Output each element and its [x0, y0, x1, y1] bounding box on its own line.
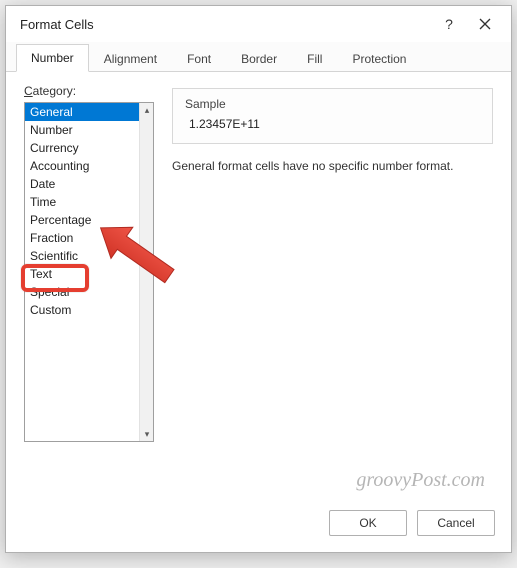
- tab-strip: Number Alignment Font Border Fill Protec…: [6, 42, 511, 72]
- tab-protection[interactable]: Protection: [337, 45, 421, 72]
- ok-button[interactable]: OK: [329, 510, 407, 536]
- list-item-number[interactable]: Number: [25, 121, 139, 139]
- category-label: Category:: [24, 84, 154, 98]
- dialog-body: Category: General Number Currency Accoun…: [6, 72, 511, 496]
- tab-font[interactable]: Font: [172, 45, 226, 72]
- scroll-down-icon[interactable]: ▾: [140, 427, 154, 441]
- list-item-special[interactable]: Special: [25, 283, 139, 301]
- tab-fill[interactable]: Fill: [292, 45, 337, 72]
- list-item-currency[interactable]: Currency: [25, 139, 139, 157]
- sample-title: Sample: [185, 97, 480, 111]
- dialog-title: Format Cells: [20, 17, 431, 32]
- scrollbar[interactable]: ▴ ▾: [139, 103, 153, 441]
- list-item-scientific[interactable]: Scientific: [25, 247, 139, 265]
- list-item-percentage[interactable]: Percentage: [25, 211, 139, 229]
- close-icon: [479, 18, 491, 30]
- list-item-general[interactable]: General: [25, 103, 139, 121]
- list-item-fraction[interactable]: Fraction: [25, 229, 139, 247]
- list-item-custom[interactable]: Custom: [25, 301, 139, 319]
- list-item-time[interactable]: Time: [25, 193, 139, 211]
- tab-alignment[interactable]: Alignment: [89, 45, 172, 72]
- category-listbox[interactable]: General Number Currency Accounting Date …: [24, 102, 154, 442]
- list-item-text[interactable]: Text: [25, 265, 139, 283]
- tab-border[interactable]: Border: [226, 45, 292, 72]
- close-button[interactable]: [467, 10, 503, 38]
- help-icon: ?: [445, 16, 453, 32]
- titlebar: Format Cells ?: [6, 6, 511, 42]
- tab-number[interactable]: Number: [16, 44, 89, 72]
- list-item-accounting[interactable]: Accounting: [25, 157, 139, 175]
- sample-value: 1.23457E+11: [185, 117, 480, 131]
- scroll-up-icon[interactable]: ▴: [140, 103, 154, 117]
- sample-box: Sample 1.23457E+11: [172, 88, 493, 144]
- list-item-date[interactable]: Date: [25, 175, 139, 193]
- format-description: General format cells have no specific nu…: [172, 158, 493, 175]
- help-button[interactable]: ?: [431, 10, 467, 38]
- cancel-button[interactable]: Cancel: [417, 510, 495, 536]
- dialog-footer: OK Cancel: [6, 496, 511, 552]
- format-cells-dialog: Format Cells ? Number Alignment Font Bor…: [5, 5, 512, 553]
